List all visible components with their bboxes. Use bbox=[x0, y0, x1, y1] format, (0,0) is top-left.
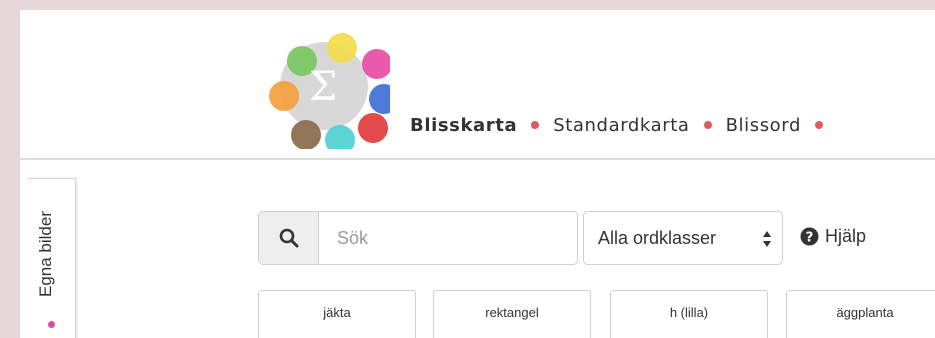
header: Σ Blisskarta Standardkarta Blissord bbox=[20, 10, 935, 160]
side-tab-egna-bilder[interactable]: Egna bilder bbox=[28, 178, 76, 338]
svg-text:?: ? bbox=[806, 230, 814, 245]
logo-dot bbox=[327, 33, 357, 63]
symbol-card-label: jäkta bbox=[323, 305, 351, 320]
symbol-card[interactable]: äggplanta bbox=[786, 290, 935, 338]
search-button[interactable] bbox=[259, 212, 319, 264]
symbol-card-label: h (lilla) bbox=[669, 305, 709, 320]
nav-separator-dot bbox=[815, 120, 823, 129]
symbol-card[interactable]: rektangel bbox=[433, 290, 591, 338]
blisskarta-logo[interactable]: Σ bbox=[260, 24, 390, 149]
word-class-select-value: Alla ordklasser bbox=[598, 227, 717, 248]
side-tab-label: Egna bilder bbox=[36, 210, 55, 297]
side-tab-marker bbox=[48, 321, 55, 328]
main-nav: Blisskarta Standardkarta Blissord bbox=[410, 115, 837, 136]
nav-standardkarta[interactable]: Standardkarta bbox=[553, 115, 689, 136]
logo-dot bbox=[369, 84, 390, 114]
search-icon bbox=[279, 228, 298, 248]
nav-blisskarta[interactable]: Blisskarta bbox=[410, 115, 517, 136]
nav-separator-dot bbox=[531, 120, 540, 129]
search-group bbox=[258, 211, 578, 265]
logo-dot bbox=[269, 81, 299, 111]
help-label: Hjälp bbox=[825, 226, 867, 246]
logo-dot bbox=[358, 113, 388, 143]
word-class-select[interactable]: Alla ordklasser bbox=[583, 211, 783, 265]
symbol-card-label: äggplanta bbox=[836, 305, 894, 320]
nav-separator-dot bbox=[703, 120, 712, 129]
help-link[interactable]: ? Hjälp bbox=[800, 226, 866, 247]
search-input[interactable] bbox=[319, 212, 577, 264]
symbol-card-label: rektangel bbox=[485, 305, 539, 320]
question-circle-icon: ? bbox=[800, 227, 819, 246]
nav-blissord[interactable]: Blissord bbox=[726, 115, 801, 136]
select-arrows-icon bbox=[763, 231, 771, 247]
app-window: Σ Blisskarta Standardkarta Blissord Egna… bbox=[20, 10, 935, 338]
logo-dot bbox=[291, 120, 321, 149]
symbol-card[interactable]: jäkta bbox=[258, 290, 416, 338]
symbol-card[interactable]: h (lilla) bbox=[610, 290, 768, 338]
logo-sigma: Σ bbox=[309, 64, 337, 110]
